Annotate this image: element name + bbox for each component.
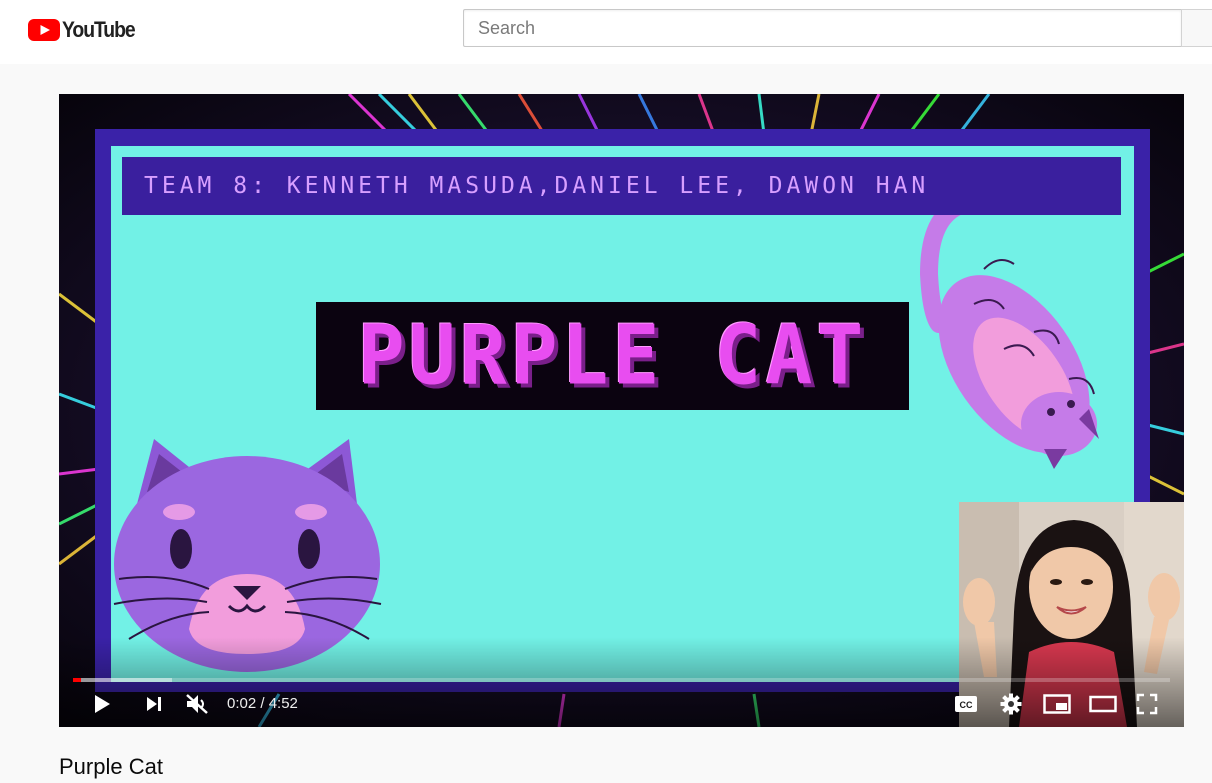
fullscreen-button[interactable] [1132,689,1162,719]
play-icon [95,695,110,713]
muted-volume-icon [186,694,208,714]
logo-wordmark: YouTube [62,17,136,42]
title-card: PURPLE CAT [316,302,909,410]
search-button[interactable] [1181,9,1212,47]
mute-button[interactable] [181,689,213,719]
progress-played [73,678,81,682]
masthead: YouTube [0,0,1212,64]
play-button[interactable] [87,689,117,719]
search-box [463,9,1181,47]
miniplayer-button[interactable] [1041,689,1073,719]
youtube-logo[interactable]: YouTube [28,16,144,44]
next-button[interactable] [139,689,169,719]
progress-bar[interactable] [73,678,1170,682]
team-banner: TEAM 8: KENNETH MASUDA,DANIEL LEE, DAWON… [122,157,1121,215]
svg-text:CC: CC [960,700,973,710]
title-card-text: PURPLE CAT [357,308,868,404]
video-player[interactable]: TEAM 8: KENNETH MASUDA,DANIEL LEE, DAWON… [59,94,1184,727]
fullscreen-icon [1136,693,1158,715]
miniplayer-icon [1043,694,1071,714]
youtube-play-icon [28,19,60,41]
progress-buffered [73,678,172,682]
settings-button[interactable] [997,689,1025,719]
next-icon [147,697,161,711]
video-title: Purple Cat [59,754,163,779]
closed-captions-icon: CC [955,696,977,712]
time-display: 0:02 / 4:52 [227,695,298,712]
theater-mode-icon [1089,695,1117,713]
theater-mode-button[interactable] [1087,689,1119,719]
search-input[interactable] [464,10,1181,46]
captions-button[interactable]: CC [952,689,980,719]
gear-icon [1000,693,1022,715]
